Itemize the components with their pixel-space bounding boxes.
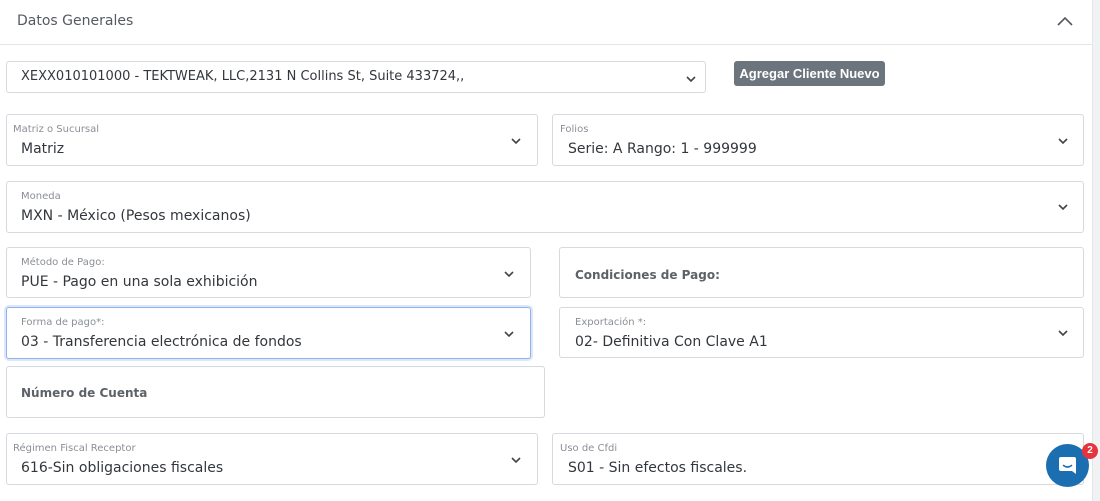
client-select[interactable]: XEXX010101000 - TEKTWEAK, LLC,2131 N Col…	[6, 61, 706, 93]
vertical-scrollbar[interactable]	[1092, 0, 1100, 501]
chevron-down-icon	[1058, 330, 1068, 337]
metodo-pago-select[interactable]: Método de Pago: PUE - Pago en una sola e…	[6, 247, 531, 298]
folios-value: Serie: A Rango: 1 - 999999	[568, 141, 757, 157]
chevron-up-icon[interactable]	[1056, 14, 1074, 28]
matriz-sucursal-select[interactable]: Matriz o Sucursal Matriz	[6, 114, 538, 166]
metodo-pago-value: PUE - Pago en una sola exhibición	[21, 274, 258, 290]
panel-title: Datos Generales	[17, 13, 134, 29]
numero-cuenta-placeholder: Número de Cuenta	[21, 386, 148, 400]
regimen-fiscal-label: Régimen Fiscal Receptor	[13, 443, 136, 454]
exportacion-label: Exportación *:	[575, 317, 647, 328]
uso-cfdi-value: S01 - Sin efectos fiscales.	[568, 460, 748, 476]
uso-cfdi-select[interactable]: Uso de Cfdi S01 - Sin efectos fiscales.	[552, 433, 1084, 485]
folios-select[interactable]: Folios Serie: A Rango: 1 - 999999	[552, 114, 1084, 166]
exportacion-select[interactable]: Exportación *: 02- Definitiva Con Clave …	[559, 307, 1084, 358]
uso-cfdi-label: Uso de Cfdi	[560, 443, 618, 454]
chevron-down-icon	[686, 76, 696, 83]
chevron-down-icon	[504, 331, 514, 338]
chevron-down-icon	[511, 457, 521, 464]
folios-label: Folios	[560, 124, 589, 135]
regimen-fiscal-select[interactable]: Régimen Fiscal Receptor 616-Sin obligaci…	[6, 433, 538, 485]
matriz-sucursal-label: Matriz o Sucursal	[13, 124, 100, 135]
chat-bubble-icon	[1059, 457, 1076, 474]
client-select-value: XEXX010101000 - TEKTWEAK, LLC,2131 N Col…	[21, 69, 465, 84]
numero-cuenta-input[interactable]: Número de Cuenta	[6, 366, 545, 418]
moneda-label: Moneda	[21, 191, 61, 202]
chevron-down-icon	[1058, 138, 1068, 145]
condiciones-pago-placeholder: Condiciones de Pago:	[575, 268, 720, 282]
condiciones-pago-input[interactable]: Condiciones de Pago:	[559, 247, 1084, 298]
forma-pago-select[interactable]: Forma de pago*: 03 - Transferencia elect…	[6, 307, 531, 359]
notification-badge: 2	[1082, 443, 1098, 459]
add-client-button[interactable]: Agregar Cliente Nuevo	[734, 61, 885, 86]
chevron-down-icon	[504, 271, 514, 278]
chevron-down-icon	[1058, 204, 1068, 211]
moneda-value: MXN - México (Pesos mexicanos)	[21, 208, 251, 224]
panel-header[interactable]: Datos Generales	[0, 0, 1092, 45]
matriz-sucursal-value: Matriz	[21, 141, 65, 157]
moneda-select[interactable]: Moneda MXN - México (Pesos mexicanos)	[6, 181, 1084, 233]
forma-pago-value: 03 - Transferencia electrónica de fondos	[21, 334, 302, 350]
chevron-down-icon	[511, 138, 521, 145]
forma-pago-label: Forma de pago*:	[21, 317, 105, 328]
regimen-fiscal-value: 616-Sin obligaciones fiscales	[21, 460, 224, 476]
exportacion-value: 02- Definitiva Con Clave A1	[575, 334, 768, 350]
datos-generales-panel: Datos Generales XEXX010101000 - TEKTWEAK…	[0, 0, 1092, 501]
metodo-pago-label: Método de Pago:	[21, 257, 105, 268]
